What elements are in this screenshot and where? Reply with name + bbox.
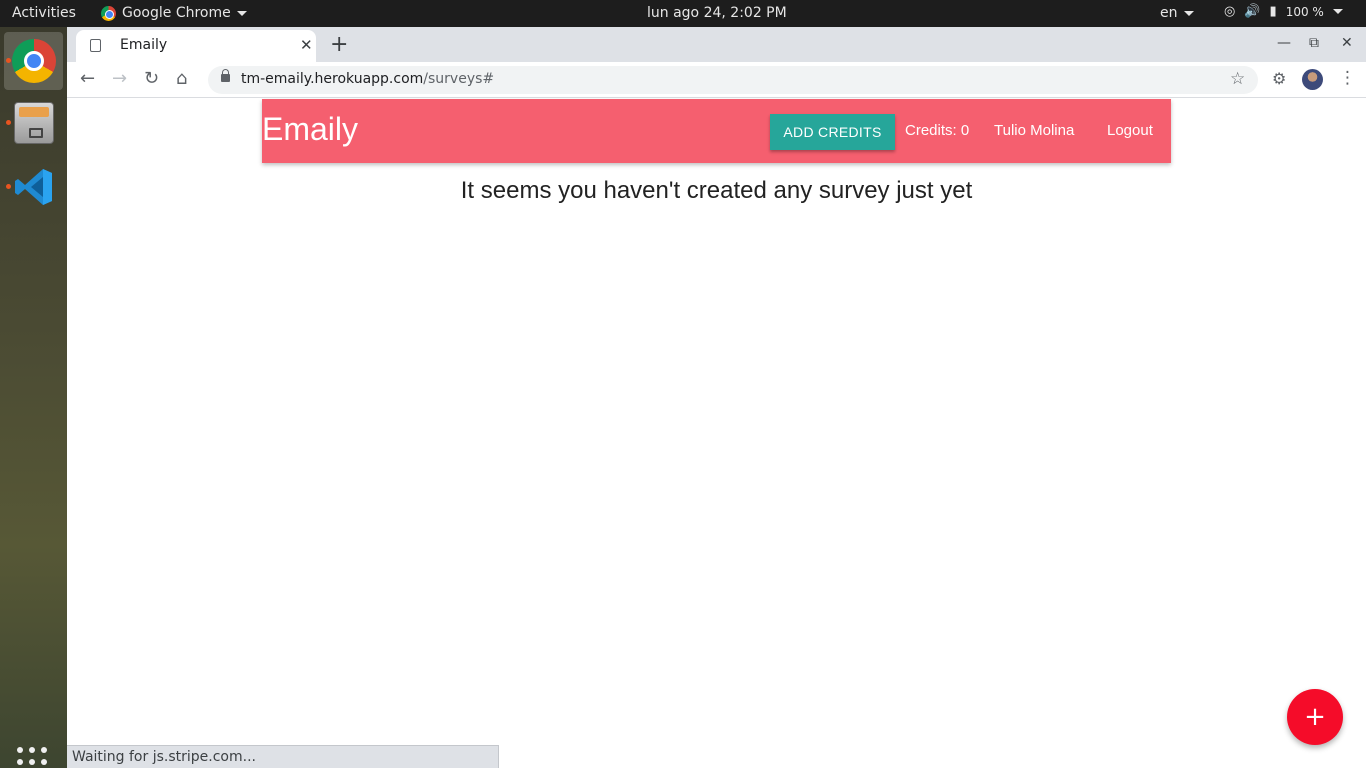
running-indicator: [6, 184, 11, 189]
system-tray[interactable]: ◎ 🔊 ▮ 100 %: [1224, 4, 1343, 19]
bookmark-star-icon[interactable]: ☆: [1230, 69, 1245, 89]
clock[interactable]: lun ago 24, 2:02 PM: [647, 5, 787, 21]
system-top-bar: Activities Google Chrome lun ago 24, 2:0…: [0, 0, 1366, 27]
add-credits-button[interactable]: ADD CREDITS: [770, 114, 895, 150]
plus-icon: +: [1304, 702, 1326, 732]
reload-icon[interactable]: ↻: [144, 68, 159, 89]
add-survey-button[interactable]: +: [1287, 689, 1343, 745]
lock-icon[interactable]: [221, 69, 230, 82]
activities-button[interactable]: Activities: [12, 5, 76, 21]
url-text[interactable]: tm-emaily.herokuapp.com/surveys#: [241, 71, 494, 87]
logout-link[interactable]: Logout: [1107, 122, 1153, 139]
minimize-icon[interactable]: —: [1277, 35, 1291, 51]
running-indicator: [6, 120, 11, 125]
chevron-down-icon: [1332, 9, 1343, 14]
status-bar: Waiting for js.stripe.com...: [67, 745, 499, 768]
extensions-icon[interactable]: ⚙: [1272, 69, 1286, 88]
app-menu-label: Google Chrome: [122, 5, 231, 21]
app-menu[interactable]: Google Chrome: [101, 5, 247, 21]
url-path: /surveys#: [423, 71, 495, 87]
url-host: tm-emaily.herokuapp.com: [241, 71, 424, 87]
dock-files[interactable]: [4, 94, 63, 152]
back-icon[interactable]: ←: [80, 68, 95, 89]
home-icon[interactable]: ⌂: [176, 68, 187, 89]
show-applications-icon[interactable]: [17, 747, 47, 768]
battery-label: 100 %: [1285, 4, 1324, 19]
restore-icon[interactable]: ⧉: [1309, 35, 1319, 51]
address-bar[interactable]: tm-emaily.herokuapp.com/surveys# ☆: [208, 66, 1258, 94]
user-name: Tulio Molina: [994, 122, 1075, 139]
vscode-icon: [14, 169, 52, 205]
dock: [0, 27, 67, 768]
tab-emaily[interactable]: Emaily ✕: [76, 30, 316, 62]
new-tab-icon[interactable]: +: [330, 32, 348, 57]
chevron-down-icon: [236, 10, 247, 16]
tab-strip: Emaily ✕ + — ⧉ ✕: [67, 27, 1366, 62]
close-window-icon[interactable]: ✕: [1341, 35, 1353, 51]
files-icon: [13, 102, 54, 144]
wifi-icon: ◎: [1224, 4, 1236, 19]
chevron-down-icon: [1183, 10, 1194, 16]
chrome-icon: [101, 5, 116, 21]
menu-kebab-icon[interactable]: ⋮: [1339, 68, 1356, 88]
web-page: Emaily ADD CREDITS Credits: 0 Tulio Moli…: [67, 99, 1366, 768]
language-label: en: [1160, 5, 1178, 21]
dock-chrome[interactable]: [4, 32, 63, 90]
app-navbar: Emaily ADD CREDITS Credits: 0 Tulio Moli…: [262, 99, 1171, 163]
brand-logo[interactable]: Emaily: [262, 111, 358, 148]
browser-toolbar: ← → ↻ ⌂ tm-emaily.herokuapp.com/surveys#…: [67, 62, 1366, 98]
profile-avatar[interactable]: [1302, 69, 1323, 90]
forward-icon[interactable]: →: [112, 68, 127, 89]
language-selector[interactable]: en: [1160, 5, 1194, 21]
chrome-icon: [11, 39, 56, 83]
empty-surveys-message: It seems you haven't created any survey …: [460, 177, 973, 204]
battery-icon: ▮: [1269, 4, 1277, 19]
volume-icon: 🔊: [1244, 4, 1261, 19]
credits-label: Credits: 0: [905, 122, 970, 139]
dock-vscode[interactable]: [4, 158, 63, 216]
page-icon: [90, 39, 101, 52]
tab-title: Emaily: [120, 37, 168, 53]
running-indicator: [6, 58, 11, 63]
close-tab-icon[interactable]: ✕: [300, 36, 313, 54]
